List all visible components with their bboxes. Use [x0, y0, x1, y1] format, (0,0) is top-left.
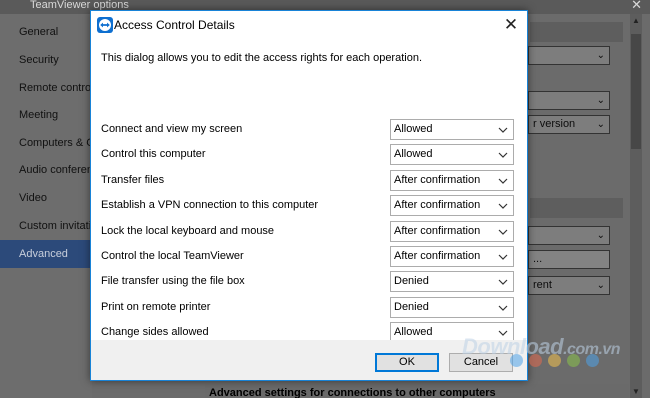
- background-scrollbar[interactable]: ▲ ▼: [630, 14, 642, 398]
- background-combo-rent-label: rent: [533, 279, 552, 291]
- access-control-dialog: Access Control Details ✕ This dialog all…: [90, 10, 528, 381]
- permission-label: Control the local TeamViewer: [101, 250, 244, 262]
- chevron-down-icon: [498, 272, 508, 291]
- chevron-down-icon: ⌄: [596, 50, 605, 61]
- background-close-icon[interactable]: ✕: [631, 0, 642, 11]
- permission-label: Lock the local keyboard and mouse: [101, 225, 275, 237]
- teamviewer-logo-icon: [97, 17, 113, 33]
- permission-dropdown[interactable]: Allowed: [390, 144, 514, 165]
- sidebar-item-meeting[interactable]: Meeting: [0, 102, 92, 129]
- watermark-dot: [510, 354, 523, 367]
- chevron-down-icon: [498, 247, 508, 266]
- background-browse-button[interactable]: ...: [528, 250, 610, 269]
- dialog-titlebar: Access Control Details ✕: [91, 11, 527, 39]
- sidebar-item-computers-contacts[interactable]: Computers & Co: [0, 130, 92, 157]
- permission-label: Control this computer: [101, 148, 206, 160]
- close-icon[interactable]: ✕: [501, 15, 521, 35]
- scroll-down-icon[interactable]: ▼: [632, 387, 640, 396]
- sidebar-item-audio-conference[interactable]: Audio conferenc: [0, 157, 92, 184]
- permission-dropdown-value: Denied: [394, 301, 429, 313]
- permission-dropdown-value: Allowed: [394, 326, 433, 338]
- chevron-down-icon: [498, 298, 508, 317]
- ok-button[interactable]: OK: [375, 353, 439, 372]
- watermark-dot: [586, 354, 599, 367]
- dialog-description: This dialog allows you to edit the acces…: [101, 52, 423, 64]
- sidebar-item-general[interactable]: General: [0, 19, 92, 46]
- background-section-header: [530, 22, 623, 42]
- scroll-up-icon[interactable]: ▲: [632, 16, 640, 25]
- permission-dropdown[interactable]: After confirmation: [390, 221, 514, 242]
- permission-label: Change sides allowed: [101, 326, 209, 338]
- background-combo-version[interactable]: r version ⌄: [528, 115, 610, 134]
- background-combo-3[interactable]: ⌄: [528, 226, 610, 245]
- chevron-down-icon: [498, 222, 508, 241]
- permission-label: Print on remote printer: [101, 301, 211, 313]
- sidebar-item-custom-invitation[interactable]: Custom invitatio: [0, 213, 92, 240]
- watermark-dot: [529, 354, 542, 367]
- watermark-dot: [548, 354, 561, 367]
- chevron-down-icon: ⌄: [596, 119, 605, 130]
- permission-label: Establish a VPN connection to this compu…: [101, 199, 319, 211]
- permission-dropdown-value: After confirmation: [394, 250, 481, 262]
- permission-dropdown[interactable]: After confirmation: [390, 170, 514, 191]
- permission-dropdown[interactable]: Denied: [390, 271, 514, 292]
- sidebar-item-video[interactable]: Video: [0, 185, 92, 212]
- background-combo-1[interactable]: ⌄: [528, 46, 610, 65]
- chevron-down-icon: ⌄: [596, 230, 605, 241]
- background-combo-2[interactable]: ⌄: [528, 91, 610, 110]
- permission-dropdown-value: Allowed: [394, 148, 433, 160]
- background-section-header-2: [530, 198, 623, 218]
- chevron-down-icon: [498, 145, 508, 164]
- permission-label: File transfer using the file box: [101, 275, 245, 287]
- permission-dropdown-value: Denied: [394, 275, 429, 287]
- permission-label: Connect and view my screen: [101, 123, 243, 135]
- sidebar-item-advanced[interactable]: Advanced: [0, 240, 92, 268]
- dialog-title: Access Control Details: [114, 18, 235, 32]
- permission-dropdown-value: Allowed: [394, 123, 433, 135]
- dialog-body: This dialog allows you to edit the acces…: [91, 39, 527, 343]
- chevron-down-icon: [498, 196, 508, 215]
- scrollbar-thumb[interactable]: [631, 34, 641, 149]
- permission-dropdown-value: After confirmation: [394, 174, 481, 186]
- watermark-dot: [567, 354, 580, 367]
- background-bottom-section-header: Advanced settings for connections to oth…: [205, 384, 629, 398]
- permission-label: Transfer files: [101, 174, 165, 186]
- sidebar-item-security[interactable]: Security: [0, 47, 92, 74]
- background-browse-label: ...: [533, 253, 543, 265]
- chevron-down-icon: [498, 120, 508, 139]
- background-combo-rent[interactable]: rent ⌄: [528, 276, 610, 295]
- permission-dropdown-value: After confirmation: [394, 199, 481, 211]
- permission-dropdown[interactable]: After confirmation: [390, 246, 514, 267]
- chevron-down-icon: ⌄: [596, 280, 605, 291]
- permission-dropdown-value: After confirmation: [394, 225, 481, 237]
- permission-dropdown[interactable]: After confirmation: [390, 195, 514, 216]
- permission-dropdown[interactable]: Denied: [390, 297, 514, 318]
- chevron-down-icon: [498, 171, 508, 190]
- sidebar-item-remote-control[interactable]: Remote control: [0, 75, 92, 102]
- watermark-dots: [510, 354, 605, 370]
- background-combo-version-label: r version: [533, 118, 576, 130]
- background-window-title: TeamViewer options: [30, 0, 129, 11]
- chevron-down-icon: ⌄: [596, 95, 605, 106]
- options-sidebar: General Security Remote control Meeting …: [0, 14, 93, 398]
- permission-dropdown[interactable]: Allowed: [390, 119, 514, 140]
